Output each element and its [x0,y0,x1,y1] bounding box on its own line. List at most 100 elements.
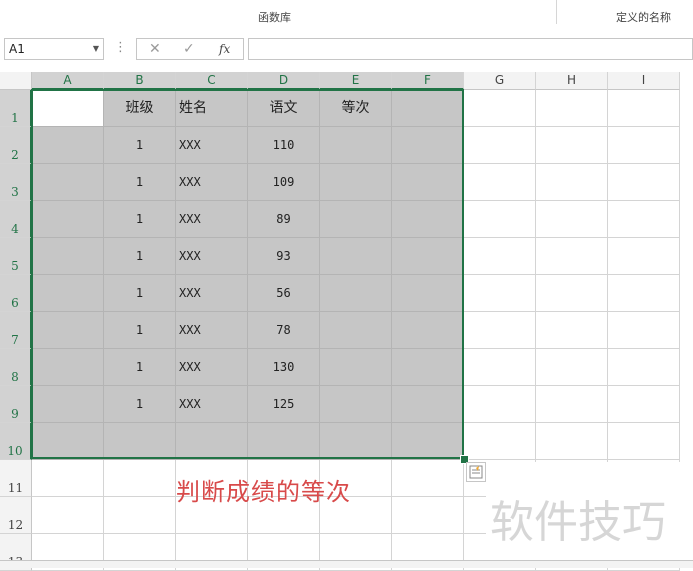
header-cell-chinese[interactable]: 语文 [248,90,320,127]
column-header-i[interactable]: I [608,72,680,90]
column-header-d[interactable]: D [248,72,320,90]
cell-i9[interactable] [608,386,680,423]
cell-e4[interactable] [320,201,392,238]
cell-g8[interactable] [464,349,536,386]
cell-b8[interactable]: 1 [104,349,176,386]
row-header-4[interactable]: 4 [0,201,32,238]
column-header-b[interactable]: B [104,72,176,90]
cell-f2[interactable] [392,127,464,164]
cell-e6[interactable] [320,275,392,312]
row-header-5[interactable]: 5 [0,238,32,275]
cell-d8[interactable]: 130 [248,349,320,386]
cell-g1[interactable] [464,90,536,127]
cell-d9[interactable]: 125 [248,386,320,423]
cell-d10[interactable] [248,423,320,460]
cell-b2[interactable]: 1 [104,127,176,164]
cell-a8[interactable] [32,349,104,386]
cell-i7[interactable] [608,312,680,349]
cell-e3[interactable] [320,164,392,201]
cell-e5[interactable] [320,238,392,275]
cell-d5[interactable]: 93 [248,238,320,275]
cell-a7[interactable] [32,312,104,349]
cell-h9[interactable] [536,386,608,423]
cell-f6[interactable] [392,275,464,312]
cell-g3[interactable] [464,164,536,201]
cell-g6[interactable] [464,275,536,312]
cell-e9[interactable] [320,386,392,423]
cell-b5[interactable]: 1 [104,238,176,275]
cell-f8[interactable] [392,349,464,386]
cell-c3[interactable]: XXX [176,164,248,201]
cell-f12[interactable] [392,497,464,534]
cell-i5[interactable] [608,238,680,275]
cell-h6[interactable] [536,275,608,312]
row-header-8[interactable]: 8 [0,349,32,386]
cell-a10[interactable] [32,423,104,460]
cell-g10[interactable] [464,423,536,460]
column-header-c[interactable]: C [176,72,248,90]
cell-b9[interactable]: 1 [104,386,176,423]
cell-a5[interactable] [32,238,104,275]
cell-a4[interactable] [32,201,104,238]
cell-b3[interactable]: 1 [104,164,176,201]
cell-a1[interactable] [32,90,104,127]
cell-b11[interactable] [104,460,176,497]
name-box[interactable]: A1 ▼ [4,38,104,60]
column-header-e[interactable]: E [320,72,392,90]
cell-a9[interactable] [32,386,104,423]
cell-i8[interactable] [608,349,680,386]
header-cell-grade[interactable]: 等次 [320,90,392,127]
cell-c5[interactable]: XXX [176,238,248,275]
cell-c2[interactable]: XXX [176,127,248,164]
row-header-2[interactable]: 2 [0,127,32,164]
cell-g7[interactable] [464,312,536,349]
cell-f7[interactable] [392,312,464,349]
column-header-a[interactable]: A [32,72,104,90]
cell-a6[interactable] [32,275,104,312]
cell-f11[interactable] [392,460,464,497]
cell-d6[interactable]: 56 [248,275,320,312]
header-cell-class[interactable]: 班级 [104,90,176,127]
cell-i10[interactable] [608,423,680,460]
cell-h5[interactable] [536,238,608,275]
cancel-icon[interactable]: ✕ [149,41,161,57]
cell-h7[interactable] [536,312,608,349]
row-header-3[interactable]: 3 [0,164,32,201]
row-header-10[interactable]: 10 [0,423,32,460]
cell-d4[interactable]: 89 [248,201,320,238]
row-header-9[interactable]: 9 [0,386,32,423]
cell-d2[interactable]: 110 [248,127,320,164]
cell-c6[interactable]: XXX [176,275,248,312]
cell-i6[interactable] [608,275,680,312]
cell-g2[interactable] [464,127,536,164]
cell-d3[interactable]: 109 [248,164,320,201]
insert-function-icon[interactable]: fx [219,42,230,56]
cell-h2[interactable] [536,127,608,164]
cell-g4[interactable] [464,201,536,238]
cell-b6[interactable]: 1 [104,275,176,312]
cell-g9[interactable] [464,386,536,423]
cell-h8[interactable] [536,349,608,386]
cell-c7[interactable]: XXX [176,312,248,349]
cell-f3[interactable] [392,164,464,201]
cell-c4[interactable]: XXX [176,201,248,238]
row-header-12[interactable]: 12 [0,497,32,534]
chevron-down-icon[interactable]: ▼ [93,39,99,59]
row-header-7[interactable]: 7 [0,312,32,349]
cell-a11[interactable] [32,460,104,497]
cell-c8[interactable]: XXX [176,349,248,386]
formula-input[interactable] [248,38,693,60]
cell-a2[interactable] [32,127,104,164]
cell-d7[interactable]: 78 [248,312,320,349]
cell-b12[interactable] [104,497,176,534]
cell-e2[interactable] [320,127,392,164]
cell-f9[interactable] [392,386,464,423]
cell-h1[interactable] [536,90,608,127]
quick-analysis-button[interactable] [466,462,486,482]
column-header-g[interactable]: G [464,72,536,90]
cell-e10[interactable] [320,423,392,460]
cell-h10[interactable] [536,423,608,460]
cell-e7[interactable] [320,312,392,349]
cell-a3[interactable] [32,164,104,201]
more-options-icon[interactable]: ⋮ [114,40,127,55]
